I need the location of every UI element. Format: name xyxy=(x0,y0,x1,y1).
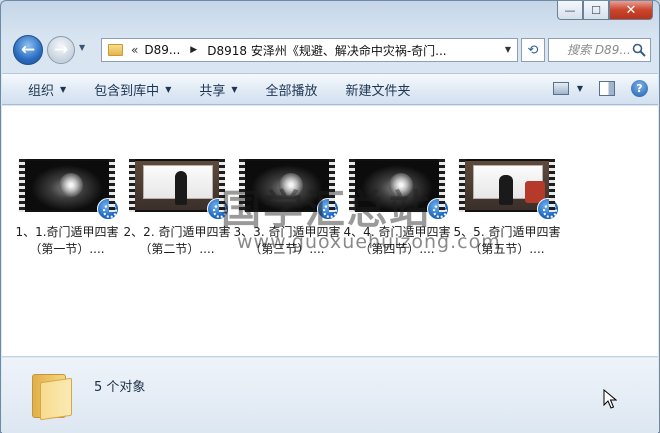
navigation-row: ← → ▼ « D89... ▶ D8918 安泽州《规避、解决命中灾祸-奇门.… xyxy=(9,35,651,65)
file-name: 2、2. 奇门遁甲四害（第二节）.... xyxy=(123,225,231,256)
view-options-dropdown-icon[interactable]: ▼ xyxy=(577,84,583,93)
change-view-icon[interactable] xyxy=(552,82,569,95)
chevron-down-icon: ▼ xyxy=(231,84,238,94)
item-count: 5 个对象 xyxy=(94,380,146,395)
file-list-pane[interactable]: 1、1.奇门遁甲四害（第一节）.... 2、2. 奇门遁甲四害（第二节）....… xyxy=(2,106,658,357)
file-name: 3、3. 奇门遁甲四害（第三节）.... xyxy=(233,225,341,256)
share-label: 共享 xyxy=(199,83,226,99)
file-item-2[interactable]: 2、2. 奇门遁甲四害（第二节）.... xyxy=(122,159,232,258)
file-name: 1、1.奇门遁甲四害（第一节）.... xyxy=(15,225,119,256)
new-folder-button[interactable]: 新建文件夹 xyxy=(332,74,425,104)
preview-pane-icon[interactable] xyxy=(599,81,615,96)
include-in-library-menu[interactable]: 包含到库中 ▼ xyxy=(80,74,185,104)
mouse-cursor-icon xyxy=(603,389,617,409)
media-player-icon xyxy=(427,198,449,220)
video-thumbnail xyxy=(19,159,119,220)
share-menu[interactable]: 共享 ▼ xyxy=(185,74,251,104)
breadcrumb-segment-2[interactable]: D8918 安泽州《规避、解决命中灾祸-奇门... xyxy=(207,42,446,59)
address-bar[interactable]: « D89... ▶ D8918 安泽州《规避、解决命中灾祸-奇门... ▼ xyxy=(101,38,518,62)
file-item-1[interactable]: 1、1.奇门遁甲四害（第一节）.... xyxy=(12,159,122,258)
video-thumbnail xyxy=(239,159,339,220)
file-item-4[interactable]: 4、4. 奇门遁甲四害（第四节）.... xyxy=(342,159,452,258)
search-box[interactable] xyxy=(548,38,651,62)
new-folder-label: 新建文件夹 xyxy=(345,83,411,99)
explorer-window: — ☐ ✕ ← → ▼ « D89... ▶ D8918 安泽州《规避、解决命中… xyxy=(0,0,660,433)
view-controls: ▼ ? xyxy=(552,80,648,97)
address-overflow[interactable]: « xyxy=(131,43,138,57)
media-player-icon xyxy=(207,198,229,220)
maximize-button[interactable]: ☐ xyxy=(583,1,609,20)
back-arrow-icon: ← xyxy=(20,40,36,60)
forward-arrow-icon: → xyxy=(53,40,69,60)
address-dropdown-icon[interactable]: ▼ xyxy=(505,45,511,54)
play-all-button[interactable]: 全部播放 xyxy=(252,74,332,104)
video-thumbnail xyxy=(349,159,449,220)
refresh-button[interactable]: ⟲ xyxy=(521,38,545,62)
video-thumbnail xyxy=(129,159,229,220)
close-button[interactable]: ✕ xyxy=(609,1,653,20)
breadcrumb-chevron-icon[interactable]: ▶ xyxy=(190,45,197,55)
help-icon[interactable]: ? xyxy=(631,80,648,97)
forward-button[interactable]: → xyxy=(47,36,75,64)
media-player-icon xyxy=(317,198,339,220)
command-bar: 组织 ▼ 包含到库中 ▼ 共享 ▼ 全部播放 新建文件夹 ▼ ? xyxy=(2,73,658,105)
file-name: 4、4. 奇门遁甲四害（第四节）.... xyxy=(343,225,451,256)
chevron-down-icon: ▼ xyxy=(165,84,172,94)
organize-label: 组织 xyxy=(28,83,55,99)
include-in-library-label: 包含到库中 xyxy=(94,83,160,99)
folder-icon xyxy=(32,374,72,421)
window-controls: — ☐ ✕ xyxy=(557,1,653,21)
file-name: 5、5. 奇门遁甲四害（第五节）.... xyxy=(453,225,561,256)
organize-menu[interactable]: 组织 ▼ xyxy=(2,74,80,104)
folder-icon xyxy=(108,44,123,56)
file-item-5[interactable]: 5、5. 奇门遁甲四害（第五节）.... xyxy=(452,159,562,258)
recent-pages-dropdown[interactable]: ▼ xyxy=(79,43,89,57)
breadcrumb-segment-1[interactable]: D89... xyxy=(144,43,180,57)
refresh-icon: ⟲ xyxy=(527,42,539,58)
file-item-3[interactable]: 3、3. 奇门遁甲四害（第三节）.... xyxy=(232,159,342,258)
back-button[interactable]: ← xyxy=(13,35,43,65)
search-icon[interactable] xyxy=(632,43,646,57)
details-pane: 5 个对象 xyxy=(2,358,658,433)
media-player-icon xyxy=(537,198,559,220)
play-all-label: 全部播放 xyxy=(265,83,318,99)
minimize-button[interactable]: — xyxy=(557,1,583,20)
chevron-down-icon: ▼ xyxy=(60,84,67,94)
video-thumbnail xyxy=(459,159,559,220)
media-player-icon xyxy=(97,198,119,220)
